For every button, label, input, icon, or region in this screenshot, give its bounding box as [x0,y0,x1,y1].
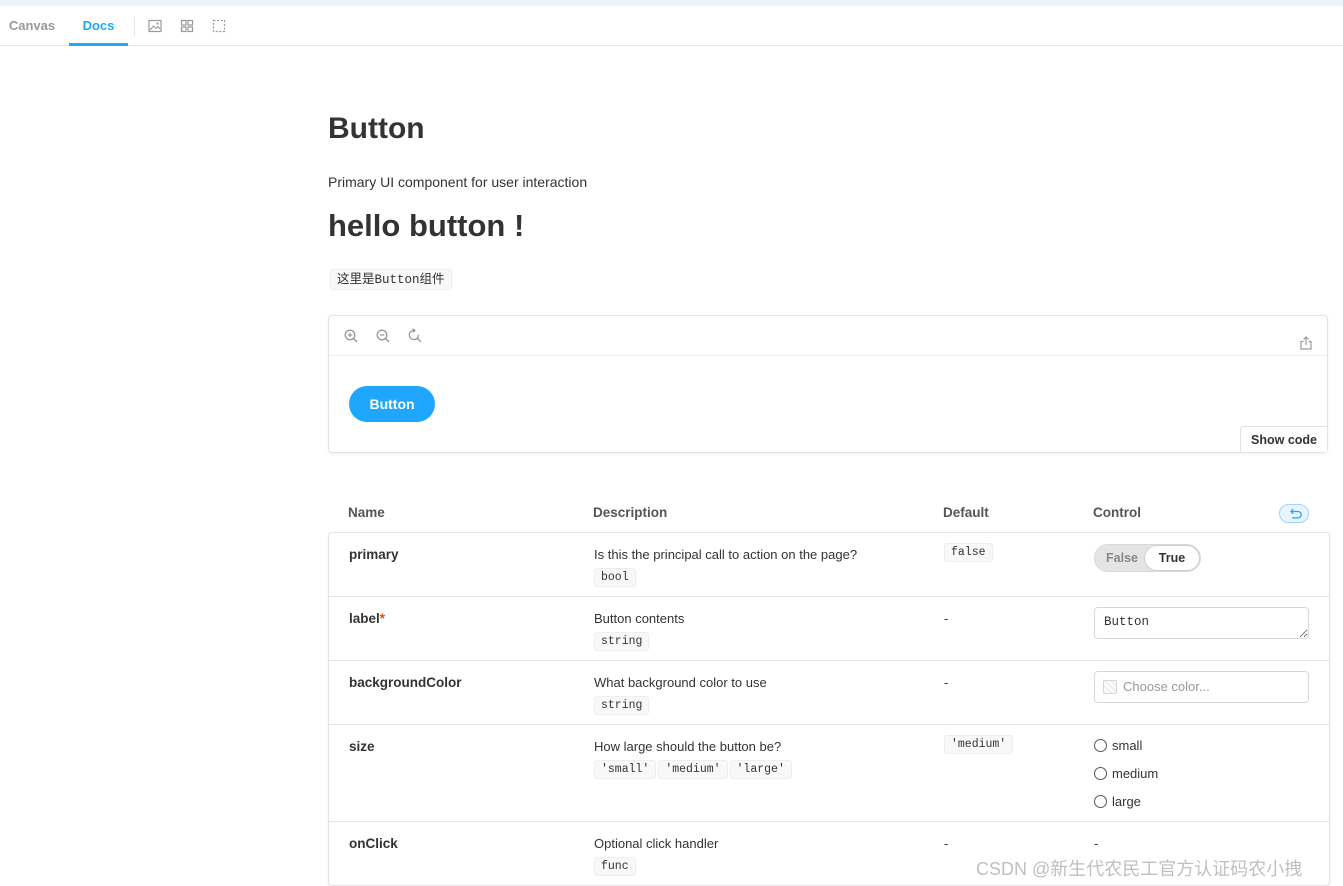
type-chip: string [594,696,650,715]
table-row: label* Button contents string - Button [329,597,1329,661]
outline-icon[interactable] [212,19,226,33]
watermark: CSDN @新生代农民工官方认证码农小拽 [976,859,1303,879]
default-value: - [944,611,949,626]
toolbar-divider [134,17,135,36]
storybook-toolbar: Canvas Docs [0,6,1343,46]
default-chip: 'medium' [944,735,1014,754]
label-text-input[interactable]: Button [1094,607,1309,639]
radio-button[interactable] [1094,795,1107,808]
boolean-toggle[interactable]: False True [1094,544,1201,572]
type-chip: bool [594,568,636,587]
arg-name-text: label [349,611,380,626]
type-chip: 'large' [729,760,792,779]
arg-name: backgroundColor [349,675,462,690]
default-value: - [944,836,949,851]
arg-name: size [349,739,375,754]
radio-label: medium [1112,766,1159,781]
arg-name: onClick [349,836,398,851]
arg-description: What background color to use [594,675,767,690]
component-description: Primary UI component for user interactio… [328,174,588,190]
header-default: Default [943,505,989,520]
arg-description: How large should the button be? [594,739,782,754]
toggle-true-option[interactable]: True [1145,546,1199,570]
radio-button[interactable] [1094,739,1107,752]
reset-controls-button[interactable] [1279,504,1309,523]
table-row: size How large should the button be? 'sm… [329,725,1329,822]
arg-description: Is this the principal call to action on … [594,547,858,562]
grid-icon[interactable] [180,19,194,33]
default-chip: false [944,543,993,562]
zoom-in-icon[interactable] [343,328,359,344]
arg-name: primary [349,547,399,562]
image-icon[interactable] [148,19,162,33]
args-table: primary Is this the principal call to ac… [328,532,1330,886]
inline-code-note: 这里是Button组件 [330,269,452,290]
preview-toolbar [329,316,1327,356]
header-description: Description [593,505,668,520]
page-title: Button [328,112,425,145]
doc-heading: hello button ! [328,208,525,243]
demo-button[interactable]: Button [349,386,435,422]
color-swatch-icon[interactable] [1103,680,1117,694]
arg-description: Optional click handler [594,836,719,851]
header-control: Control [1093,505,1141,520]
radio-label: large [1112,794,1141,809]
color-placeholder: Choose color... [1123,679,1210,694]
radio-label: small [1112,738,1143,753]
zoom-out-icon[interactable] [375,328,391,344]
share-icon[interactable] [1299,336,1313,350]
undo-icon [1290,508,1302,519]
reset-zoom-icon[interactable] [407,328,423,344]
required-mark: * [379,611,386,626]
type-chip: 'medium' [658,760,728,779]
toggle-false-option[interactable]: False [1097,545,1147,571]
type-chip: 'small' [594,760,657,779]
arg-description: Button contents [594,611,685,626]
radio-button[interactable] [1094,767,1107,780]
story-preview: Button Show code [328,315,1328,453]
type-chip: string [594,632,650,651]
show-code-button[interactable]: Show code [1240,426,1327,452]
default-value: - [944,675,949,690]
control-value: - [1094,836,1099,851]
color-picker-input[interactable]: Choose color... [1094,671,1309,703]
tab-docs[interactable]: Docs [69,6,128,46]
table-row: primary Is this the principal call to ac… [329,533,1329,597]
arg-name: label* [349,611,385,626]
table-row: backgroundColor What background color to… [329,661,1329,725]
type-chip: func [594,857,636,876]
header-name: Name [348,505,385,520]
tab-canvas[interactable]: Canvas [0,6,64,46]
